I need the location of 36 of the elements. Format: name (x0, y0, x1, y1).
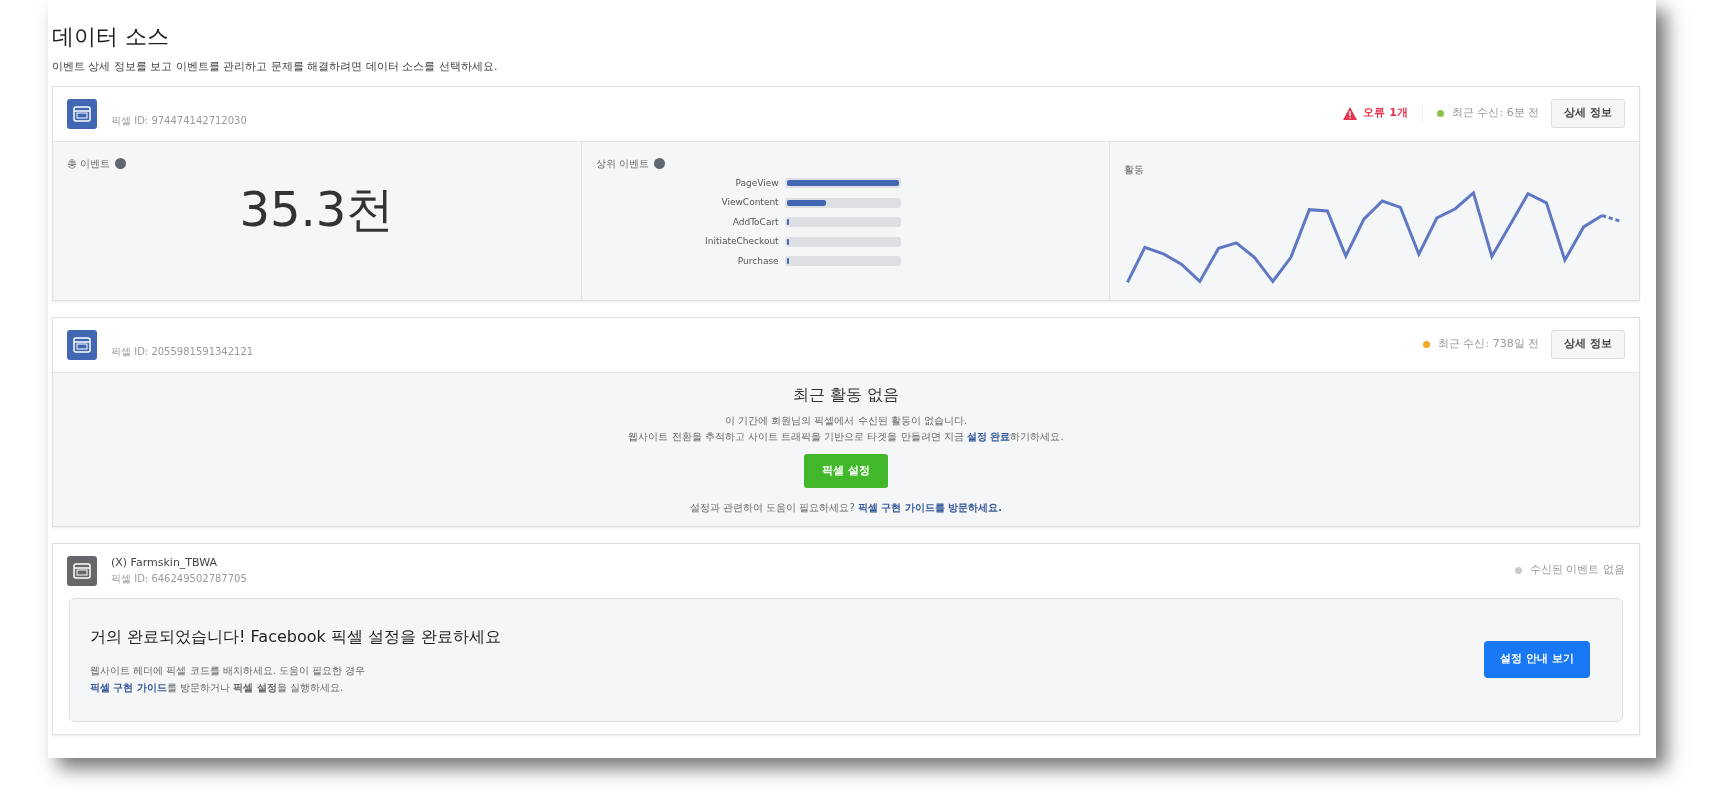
help-link[interactable]: 픽셀 구현 가이드를 방문하세요. (857, 502, 1003, 513)
setup-title: 거의 완료되었습니다! Facebook 픽셀 설정을 완료하세요 (90, 625, 503, 648)
metric-label: 총 이벤트 (67, 156, 111, 171)
metric-label: 활동 (1124, 163, 1145, 175)
pixel-id: 픽셀 ID: 2055981591342121 (111, 345, 254, 359)
page-subtitle: 이벤트 상세 정보를 보고 이벤트를 관리하고 문제를 해결하려면 데이터 소스를 선택하세요. (52, 59, 499, 75)
empty-state-title: 최근 활동 없음 (792, 383, 900, 406)
empty-state-text: 웹사이트 전환을 추적하고 사이트 트래픽을 기반으로 타겟을 만들려면 지금 설정 완료하기하세요. (628, 429, 1064, 444)
pixel-id: 픽셀 ID: 646249502787705 (111, 572, 247, 587)
event-name: Purchase (736, 254, 779, 268)
page-title: 데이터 소스 (52, 23, 170, 51)
status-text: 최근 수신: 6분 전 (1451, 105, 1540, 122)
metric-label: 상위 이벤트 (595, 156, 649, 171)
error-count[interactable]: 오류 1개 (1363, 105, 1408, 122)
status-text: 최근 수신: 738일 전 (1437, 336, 1540, 353)
pixel-icon (67, 555, 97, 586)
help-text: 설정과 관련하여 도움이 필요하세요? 픽셀 구현 가이드를 방문하세요. (689, 501, 1003, 515)
guide-link[interactable]: 픽셀 구현 가이드 (90, 681, 167, 693)
event-name: ViewContent (720, 196, 779, 209)
source-name: (X) Farmskin_TBWA (111, 554, 219, 571)
setup-text: 웹사이트 헤더에 픽셀 코드를 배치하세요. 도움이 필요한 경우 (90, 663, 367, 678)
pixel-id: 픽셀 ID: 974474142712030 (111, 114, 247, 128)
warning-icon (1343, 107, 1358, 120)
total-events-value: 35.3천 (238, 179, 396, 239)
pixel-icon (67, 98, 97, 129)
setup-link[interactable]: 설정 완료 (966, 430, 1011, 442)
event-name: InitiateCheckout (704, 235, 779, 248)
setup-text: 픽셀 구현 가이드를 방문하거나 픽셀 설정을 실행하세요. (90, 680, 345, 695)
setup-guide-button[interactable]: 설정 안내 보기 (1484, 641, 1590, 678)
event-name: PageView (734, 176, 779, 190)
pixel-icon (67, 329, 97, 360)
details-button[interactable]: 상세 정보 (1551, 99, 1625, 128)
status-text: 수신된 이벤트 없음 (1530, 562, 1625, 579)
details-button[interactable]: 상세 정보 (1551, 330, 1625, 359)
empty-state-text: 이 기간에 회원님의 픽셀에서 수신된 활동이 없습니다. (724, 413, 968, 428)
event-name: AddToCart (731, 215, 779, 229)
